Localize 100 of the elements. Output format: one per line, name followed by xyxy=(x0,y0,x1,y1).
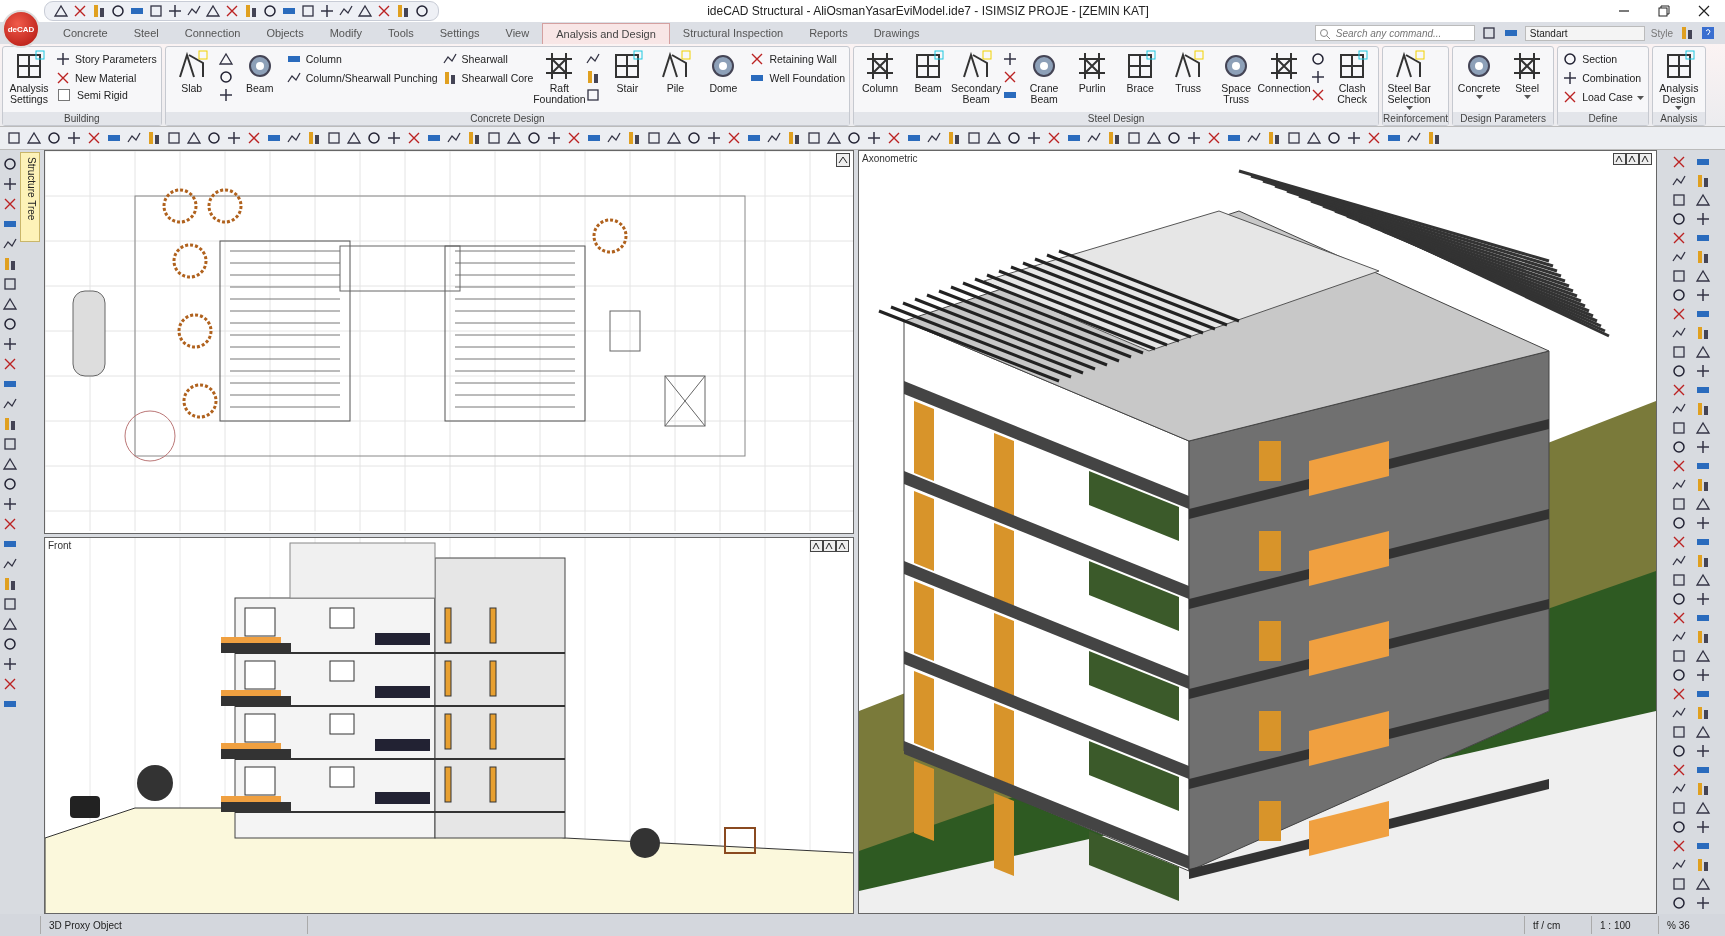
toolbar-icon[interactable] xyxy=(217,51,234,67)
ribbon-button[interactable]: New Material xyxy=(55,70,157,86)
ribbon-tab[interactable]: Concrete xyxy=(50,23,121,44)
toolbar-icon[interactable] xyxy=(846,130,862,146)
toolbar-icon[interactable] xyxy=(1695,781,1711,797)
ribbon-button[interactable]: Crane Beam xyxy=(1022,49,1067,105)
toolbar-icon[interactable] xyxy=(110,3,126,19)
toolbar-icon[interactable] xyxy=(1695,325,1711,341)
toolbar-icon[interactable] xyxy=(1695,857,1711,873)
ribbon-tab[interactable]: Connection xyxy=(171,23,254,44)
toolbar-icon[interactable] xyxy=(91,3,107,19)
ribbon-button[interactable]: Column xyxy=(858,49,903,94)
viewport-controls-icon[interactable] xyxy=(1613,153,1653,165)
ribbon-button[interactable]: Column/Shearwall Punching xyxy=(285,70,438,86)
toolbar-icon[interactable] xyxy=(1695,401,1711,417)
ribbon-button[interactable]: Shearwall Core xyxy=(441,70,534,86)
checkbox[interactable]: Semi Rigid xyxy=(55,89,157,101)
toolbar-icon[interactable] xyxy=(1695,705,1711,721)
ribbon-tab[interactable]: View xyxy=(492,23,543,44)
toolbar-icon[interactable] xyxy=(1671,667,1687,683)
ribbon-button[interactable]: Concrete xyxy=(1457,49,1502,99)
toolbar-icon[interactable] xyxy=(346,130,362,146)
ribbon-button[interactable]: Section xyxy=(1562,51,1644,67)
ribbon-button[interactable]: Steel xyxy=(1505,49,1550,99)
toolbar-icon[interactable] xyxy=(146,130,162,146)
ribbon-button[interactable]: Analysis Settings xyxy=(7,49,51,105)
toolbar-icon[interactable] xyxy=(1695,477,1711,493)
toolbar-icon[interactable] xyxy=(1695,268,1711,284)
toolbar-icon[interactable] xyxy=(1671,819,1687,835)
ribbon-button[interactable]: Clash Check xyxy=(1330,49,1375,105)
toolbar-icon[interactable] xyxy=(2,476,18,492)
toolbar-icon[interactable] xyxy=(2,256,18,272)
ribbon-button[interactable]: Truss xyxy=(1166,49,1211,94)
close-icon[interactable] xyxy=(1697,4,1711,18)
toolbar-icon[interactable] xyxy=(1671,363,1687,379)
ribbon-button[interactable]: Steel Bar Selection xyxy=(1387,49,1432,110)
toolbar-icon[interactable] xyxy=(1695,192,1711,208)
toolbar-icon[interactable] xyxy=(1671,515,1687,531)
toolbar-icon[interactable] xyxy=(1679,25,1695,41)
toolbar-icon[interactable] xyxy=(1562,51,1579,67)
toolbar-icon[interactable] xyxy=(26,130,42,146)
toolbar-icon[interactable] xyxy=(414,3,430,19)
ribbon-tab[interactable]: Steel xyxy=(120,23,172,44)
toolbar-icon[interactable] xyxy=(53,3,69,19)
toolbar-icon[interactable] xyxy=(1146,130,1162,146)
toolbar-icon[interactable] xyxy=(2,156,18,172)
toolbar-icon[interactable] xyxy=(1166,130,1182,146)
toolbar-icon[interactable] xyxy=(1695,249,1711,265)
toolbar-icon[interactable] xyxy=(46,130,62,146)
ribbon-tab[interactable]: Objects xyxy=(253,23,317,44)
toolbar-icon[interactable] xyxy=(626,130,642,146)
toolbar-icon[interactable] xyxy=(262,3,278,19)
toolbar-icon[interactable] xyxy=(1326,130,1342,146)
toolbar-icon[interactable] xyxy=(466,130,482,146)
toolbar-icon[interactable] xyxy=(1695,553,1711,569)
toolbar-icon[interactable] xyxy=(395,3,411,19)
toolbar-icon[interactable] xyxy=(186,130,202,146)
ribbon-button[interactable]: Retaining Wall xyxy=(749,51,846,67)
toolbar-icon[interactable] xyxy=(1695,629,1711,645)
help-icon[interactable] xyxy=(1701,26,1715,40)
toolbar-icon[interactable] xyxy=(1671,287,1687,303)
ribbon-button[interactable]: Story Parameters xyxy=(55,51,157,67)
toolbar-icon[interactable] xyxy=(826,130,842,146)
toolbar-icon[interactable] xyxy=(686,130,702,146)
maximize-icon[interactable] xyxy=(836,153,850,167)
toolbar-icon[interactable] xyxy=(1426,130,1442,146)
toolbar-icon[interactable] xyxy=(946,130,962,146)
toolbar-icon[interactable] xyxy=(2,316,18,332)
toolbar-icon[interactable] xyxy=(2,296,18,312)
ribbon-button[interactable]: Beam xyxy=(237,49,282,94)
toolbar-icon[interactable] xyxy=(1671,591,1687,607)
app-logo[interactable]: deCAD xyxy=(2,10,40,48)
ribbon-tab[interactable]: Settings xyxy=(426,23,493,44)
toolbar-icon[interactable] xyxy=(1266,130,1282,146)
toolbar-icon[interactable] xyxy=(2,636,18,652)
restore-icon[interactable] xyxy=(1657,4,1671,18)
toolbar-icon[interactable] xyxy=(1695,420,1711,436)
ribbon-button[interactable]: Slab xyxy=(169,49,214,94)
toolbar-icon[interactable] xyxy=(1106,130,1122,146)
toolbar-icon[interactable] xyxy=(1695,173,1711,189)
toolbar-icon[interactable] xyxy=(217,69,234,85)
toolbar-icon[interactable] xyxy=(2,616,18,632)
style-dropdown[interactable]: Standart xyxy=(1524,25,1645,41)
ribbon-button[interactable]: Dome xyxy=(701,49,746,94)
ribbon-button[interactable]: Space Truss xyxy=(1214,49,1259,105)
toolbar-icon[interactable] xyxy=(526,130,542,146)
toolbar-icon[interactable] xyxy=(506,130,522,146)
ribbon-button[interactable]: Pile xyxy=(653,49,698,94)
toolbar-icon[interactable] xyxy=(1306,130,1322,146)
toolbar-icon[interactable] xyxy=(1695,876,1711,892)
toolbar-icon[interactable] xyxy=(1671,211,1687,227)
toolbar-icon[interactable] xyxy=(366,130,382,146)
toolbar-icon[interactable] xyxy=(1695,800,1711,816)
toolbar-icon[interactable] xyxy=(1671,743,1687,759)
toolbar-icon[interactable] xyxy=(243,3,259,19)
toolbar-icon[interactable] xyxy=(1671,895,1687,911)
toolbar-icon[interactable] xyxy=(205,3,221,19)
toolbar-icon[interactable] xyxy=(1695,344,1711,360)
toolbar-icon[interactable] xyxy=(986,130,1002,146)
viewport-controls-icon[interactable] xyxy=(810,540,850,552)
